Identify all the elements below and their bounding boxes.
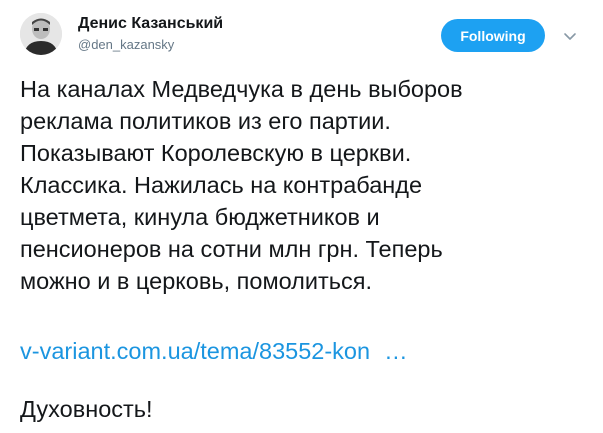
user-handle[interactable]: @den_kazansky <box>78 37 174 52</box>
tweet-text-line: реклама политиков из его партии. <box>20 108 391 134</box>
tweet-closing-text: Духовность! <box>20 396 153 422</box>
tweet-text-line: пенсионеров на сотни млн грн. Теперь <box>20 236 443 262</box>
tweet-text-line: На каналах Медведчука в день выборов <box>20 76 463 102</box>
chevron-down-icon[interactable] <box>561 27 579 45</box>
tweet-link-text[interactable]: v-variant.com.ua/tema/83552-kon <box>20 338 370 364</box>
display-name[interactable]: Денис Казанський <box>78 15 223 33</box>
following-button[interactable]: Following <box>441 19 545 52</box>
tweet-text-line: цветмета, кинула бюджетников и <box>20 204 380 230</box>
tweet-text: На каналах Медведчука в день выборов рек… <box>20 73 590 297</box>
profile-photo-icon <box>20 13 62 55</box>
avatar[interactable] <box>20 13 62 55</box>
tweet-link-ellipsis[interactable]: … <box>384 338 408 364</box>
tweet-link[interactable]: v-variant.com.ua/tema/83552-kon … <box>20 335 408 367</box>
tweet-text-line: Показывают Королевскую в церкви. <box>20 140 412 166</box>
tweet-text-line: Классика. Нажилась на контрабанде <box>20 172 423 198</box>
tweet-text-line: можно и в церковь, помолиться. <box>20 268 373 294</box>
